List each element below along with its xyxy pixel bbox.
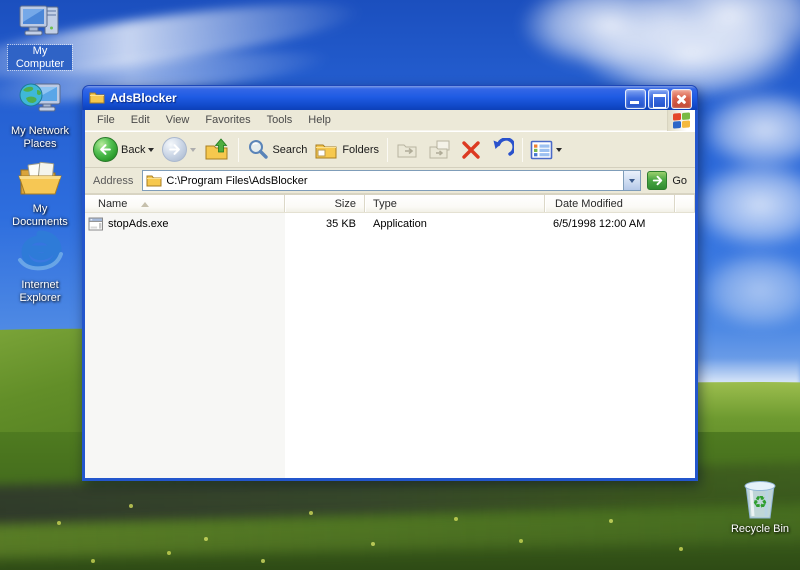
address-bar: Address C:\Program Files\AdsBlocker Go	[85, 168, 695, 195]
undo-arrow-icon	[493, 137, 515, 156]
menu-file[interactable]: File	[89, 111, 123, 129]
toolbar-separator	[522, 137, 524, 162]
my-network-places-icon	[18, 82, 62, 122]
desktop-icon-my-computer[interactable]: My Computer	[7, 2, 73, 72]
recycle-bin-icon: ♻	[740, 480, 780, 520]
title-bar[interactable]: AdsBlocker	[82, 85, 698, 110]
column-header-label: Size	[334, 198, 356, 210]
column-header-date-modified[interactable]: Date Modified	[545, 195, 675, 212]
views-dropdown-caret-icon[interactable]	[556, 147, 563, 152]
column-header-label: Name	[98, 198, 128, 210]
menu-tools[interactable]: Tools	[259, 111, 301, 129]
folder-icon	[146, 175, 162, 186]
move-to-icon	[397, 144, 417, 157]
desktop-icon-label: My Documents	[12, 203, 68, 228]
toolbar: Back Search Folders	[85, 131, 695, 168]
folders-label: Folders	[342, 143, 380, 156]
folder-icon	[89, 92, 105, 104]
up-folder-icon	[205, 137, 228, 159]
desktop-icon-label: Recycle Bin	[730, 523, 790, 535]
delete-button[interactable]	[456, 139, 486, 161]
go-group: Go	[647, 171, 687, 190]
address-label: Address	[93, 174, 134, 187]
address-dropdown-button[interactable]	[623, 171, 641, 190]
cloud	[700, 250, 800, 340]
internet-explorer-icon	[17, 230, 63, 276]
copy-to-icon	[429, 140, 450, 158]
windows-logo-panel	[667, 110, 695, 131]
column-headers: Name Size Type Date Modified	[85, 195, 695, 213]
search-magnifier-icon	[249, 139, 269, 159]
svg-text:♻: ♻	[752, 493, 767, 513]
file-list-area: Name Size Type Date Modified stopAds.exe…	[85, 195, 695, 478]
address-input[interactable]: C:\Program Files\AdsBlocker	[142, 170, 642, 191]
chevron-down-icon	[629, 178, 636, 183]
file-name: stopAds.exe	[108, 218, 169, 230]
menu-view[interactable]: View	[158, 111, 198, 129]
sorted-column-shade	[85, 213, 285, 478]
search-label: Search	[272, 143, 308, 156]
column-header-size[interactable]: Size	[285, 195, 365, 212]
desktop-icon-my-documents[interactable]: My Documents	[8, 160, 72, 228]
forward-dropdown-caret-icon	[190, 147, 197, 152]
desktop-icon-my-network-places[interactable]: My Network Places	[8, 82, 72, 150]
back-circle-icon	[93, 137, 118, 162]
file-date-modified: 6/5/1998 12:00 AM	[553, 218, 646, 230]
menu-bar: File Edit View Favorites Tools Help	[85, 110, 695, 131]
column-header-name[interactable]: Name	[85, 195, 285, 212]
views-button[interactable]	[527, 139, 565, 161]
back-button[interactable]: Back	[89, 137, 158, 162]
desktop-icon-label: Internet Explorer	[19, 279, 61, 304]
address-value: C:\Program Files\AdsBlocker	[166, 174, 308, 187]
menu-edit[interactable]: Edit	[123, 111, 158, 129]
my-computer-icon	[19, 2, 61, 42]
go-label: Go	[672, 174, 687, 187]
copy-to-button[interactable]	[424, 139, 456, 161]
menu-favorites[interactable]: Favorites	[197, 111, 258, 129]
explorer-window: AdsBlocker File Edit View Favorites Tool…	[82, 85, 698, 481]
folders-icon	[315, 144, 337, 158]
column-header-type[interactable]: Type	[365, 195, 545, 212]
window-title: AdsBlocker	[110, 91, 177, 105]
column-header-filler	[675, 195, 695, 212]
desktop: My Computer My Network Places My Documen…	[0, 0, 800, 570]
desktop-icon-label: My Computer	[7, 43, 73, 72]
toolbar-separator	[387, 137, 389, 162]
windows-logo-icon	[673, 112, 690, 129]
minimize-button[interactable]	[625, 89, 646, 109]
go-button[interactable]	[647, 171, 668, 190]
forward-circle-icon	[162, 137, 188, 162]
folders-button[interactable]: Folders	[311, 139, 383, 161]
application-file-icon	[88, 217, 103, 231]
up-button[interactable]	[200, 137, 234, 163]
cloud	[690, 90, 800, 270]
menu-help[interactable]: Help	[300, 111, 339, 129]
forward-button[interactable]	[158, 137, 200, 162]
desktop-icon-label: My Network Places	[10, 125, 70, 150]
undo-button[interactable]	[486, 137, 518, 162]
desktop-icon-internet-explorer[interactable]: Internet Explorer	[8, 230, 72, 304]
maximize-button[interactable]	[648, 89, 669, 109]
toolbar-separator	[238, 137, 240, 162]
back-label: Back	[121, 143, 146, 156]
window-body: File Edit View Favorites Tools Help Back…	[82, 110, 698, 481]
desktop-icon-recycle-bin[interactable]: ♻ Recycle Bin	[726, 480, 794, 536]
my-documents-icon	[17, 160, 63, 200]
flower-dots	[0, 0, 2, 2]
file-type: Application	[373, 218, 427, 230]
file-size: 35 KB	[326, 218, 356, 230]
go-arrow-icon	[652, 175, 663, 186]
file-row[interactable]: stopAds.exe 35 KB Application 6/5/1998 1…	[85, 215, 695, 233]
back-dropdown-caret-icon[interactable]	[148, 147, 155, 152]
delete-x-icon	[462, 140, 480, 159]
column-header-label: Date Modified	[555, 198, 623, 210]
sort-ascending-icon	[141, 201, 150, 207]
views-grid-icon	[530, 140, 553, 159]
column-header-label: Type	[373, 198, 397, 210]
close-button[interactable]	[671, 89, 692, 109]
search-button[interactable]: Search	[243, 139, 311, 161]
move-to-button[interactable]	[392, 139, 424, 161]
